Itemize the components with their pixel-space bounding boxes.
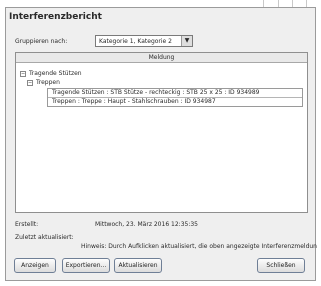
column-header-message[interactable]: Meldung: [16, 53, 307, 63]
group-by-value: Kategorie 1, Kategorie 2: [99, 38, 172, 45]
created-label: Erstellt:: [15, 221, 39, 228]
collapse-toggle-icon[interactable]: −: [20, 71, 26, 77]
tree-node[interactable]: Treppen: [36, 79, 60, 87]
chevron-down-icon[interactable]: ▼: [181, 36, 192, 46]
tree-node[interactable]: Tragende Stützen: [29, 70, 82, 78]
collapse-toggle-icon[interactable]: −: [27, 80, 33, 86]
group-by-select[interactable]: Kategorie 1, Kategorie 2 ▼: [95, 35, 193, 47]
refresh-button[interactable]: Aktualisieren: [114, 258, 162, 273]
group-by-label: Gruppieren nach:: [15, 38, 68, 45]
interference-report-dialog: Interferenzbericht Gruppieren nach: Kate…: [5, 7, 317, 281]
dialog-title: Interferenzbericht: [9, 12, 102, 22]
message-tree[interactable]: Meldung − Tragende Stützen − Treppen Tra…: [15, 52, 308, 213]
export-button[interactable]: Exportieren...: [62, 258, 110, 273]
show-button[interactable]: Anzeigen: [14, 258, 56, 273]
tree-node[interactable]: Tragende Stützen : STB Stütze - rechteck…: [52, 89, 260, 97]
updated-label: Zuletzt aktualisiert:: [15, 234, 74, 241]
hint-text: Hinweis: Durch Aufklicken aktualisiert, …: [81, 243, 317, 250]
close-button[interactable]: Schließen: [257, 258, 305, 273]
created-value: Mittwoch, 23. März 2016 12:35:35: [95, 221, 198, 228]
tree-node[interactable]: Treppen : Treppe : Haupt - Stahlschraube…: [52, 98, 216, 106]
